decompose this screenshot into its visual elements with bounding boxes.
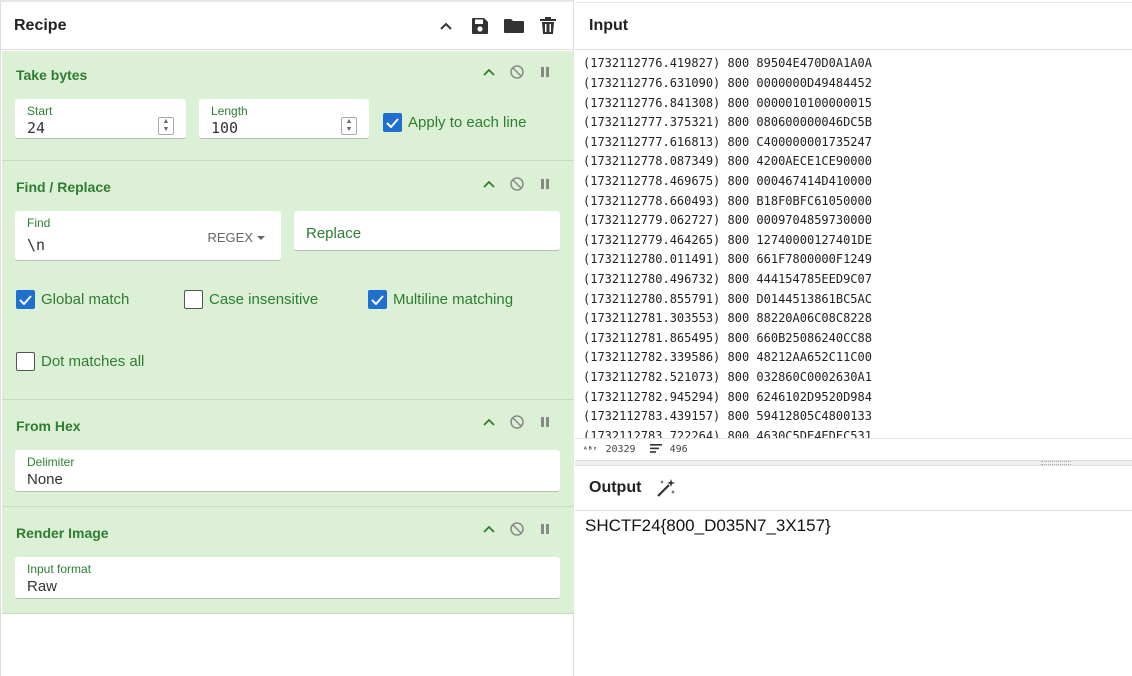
chevron-up-icon[interactable] xyxy=(482,177,496,191)
input-line: (1732112782.339586) 800 48212AA652C11C00 xyxy=(583,350,872,364)
pause-icon[interactable] xyxy=(538,522,552,536)
op-title: Take bytes xyxy=(16,67,88,83)
case-insensitive-checkbox[interactable]: Case insensitive xyxy=(184,290,318,309)
input-textarea[interactable]: (1732112776.419827) 800 89504E470D0A1A0A… xyxy=(575,50,1132,438)
checkbox-label: Multiline matching xyxy=(393,291,514,308)
disable-icon[interactable] xyxy=(510,415,524,429)
find-field[interactable]: Find \n REGEX xyxy=(15,211,281,261)
number-spinner[interactable]: ▲ ▼ xyxy=(158,117,174,135)
field-label: Start xyxy=(27,104,53,118)
replace-placeholder: Replace xyxy=(306,225,362,242)
input-line: (1732112783.722264) 800 4630C5DE4EDEC531 xyxy=(583,429,872,438)
number-spinner[interactable]: ▲ ▼ xyxy=(341,117,357,135)
recipe-title: Recipe xyxy=(14,16,67,34)
op-find-replace: Find / Replace Find \n REGEX Replace Glo… xyxy=(2,161,574,400)
char-count: 20329 xyxy=(605,444,636,455)
regex-dropdown[interactable]: REGEX xyxy=(207,230,265,245)
input-line: (1732112778.469675) 800 000467414D410000 xyxy=(583,174,872,188)
input-line: (1732112778.660493) 800 B18F0BFC61050000 xyxy=(583,194,872,208)
chevron-up-icon[interactable] xyxy=(482,522,496,536)
checkbox-label: Global match xyxy=(41,291,130,308)
recipe-header: Recipe xyxy=(1,0,573,50)
output-text[interactable]: SHCTF24{800_D035N7_3X157} xyxy=(585,516,831,536)
disable-icon[interactable] xyxy=(510,65,524,79)
checkbox-checked-icon xyxy=(383,113,402,132)
delimiter-field[interactable]: Delimiter None xyxy=(15,450,560,492)
input-line: (1732112782.521073) 800 032860C0002630A1 xyxy=(583,370,872,384)
char-count-icon: ᴬᴮᶜ xyxy=(583,445,598,454)
input-line: (1732112783.439157) 800 59412805C4800133 xyxy=(583,409,872,423)
chevron-up-icon[interactable] xyxy=(435,15,457,37)
input-statusbar: ᴬᴮᶜ 20329 496 xyxy=(575,438,1132,460)
chevron-up-icon[interactable] xyxy=(482,65,496,79)
magic-wand-icon[interactable] xyxy=(655,477,677,499)
pause-icon[interactable] xyxy=(538,415,552,429)
input-header: Input xyxy=(575,2,1132,50)
input-title: Input xyxy=(589,17,629,34)
trash-icon[interactable] xyxy=(537,15,559,37)
field-label: Length xyxy=(211,104,248,118)
start-value: 24 xyxy=(27,119,46,137)
input-line: (1732112782.945294) 800 6246102D9520D984 xyxy=(583,390,872,404)
dot-matches-all-checkbox[interactable]: Dot matches all xyxy=(16,352,144,371)
regex-label: REGEX xyxy=(207,230,253,245)
checkbox-label: Apply to each line xyxy=(408,114,527,131)
output-header: Output xyxy=(575,466,1132,511)
checkbox-checked-icon xyxy=(368,290,387,309)
op-title: From Hex xyxy=(16,418,81,434)
multiline-checkbox[interactable]: Multiline matching xyxy=(368,290,513,309)
input-line: (1732112779.464265) 800 12740000127401DE xyxy=(583,233,872,247)
input-line: (1732112778.087349) 800 4200AECE1CE90000 xyxy=(583,154,872,168)
recipe-panel: Recipe Take bytes Start 24 ▲ ▼ Length 10… xyxy=(0,0,574,676)
input-line: (1732112780.496732) 800 444154785EED9C07 xyxy=(583,272,872,286)
input-line: (1732112780.011491) 800 661F7800000F1249 xyxy=(583,252,872,266)
delimiter-value: None xyxy=(27,471,63,488)
folder-icon[interactable] xyxy=(503,15,525,37)
op-from-hex: From Hex Delimiter None xyxy=(2,400,574,507)
op-title: Find / Replace xyxy=(16,179,111,195)
resize-grip-icon xyxy=(1041,461,1071,465)
output-title: Output xyxy=(589,479,642,496)
input-line: (1732112777.616813) 800 C400000001735247 xyxy=(583,135,872,149)
replace-field[interactable]: Replace xyxy=(294,211,560,251)
field-label: Input format xyxy=(27,562,92,576)
input-format-field[interactable]: Input format Raw xyxy=(15,557,560,599)
line-count-icon xyxy=(649,444,662,455)
apply-each-line-checkbox[interactable]: Apply to each line xyxy=(383,113,526,132)
disable-icon[interactable] xyxy=(510,177,524,191)
save-icon[interactable] xyxy=(469,15,491,37)
io-panel: Input (1732112776.419827) 800 89504E470D… xyxy=(575,0,1132,676)
disable-icon[interactable] xyxy=(510,522,524,536)
input-line: (1732112781.865495) 800 660B25086240CC88 xyxy=(583,331,872,345)
checkbox-label: Dot matches all xyxy=(41,353,145,370)
caret-down-icon xyxy=(257,235,265,240)
input-format-value: Raw xyxy=(27,578,58,595)
find-value: \n xyxy=(27,236,46,254)
checkbox-label: Case insensitive xyxy=(209,291,319,308)
checkbox-unchecked-icon xyxy=(184,290,203,309)
chevron-up-icon[interactable] xyxy=(482,415,496,429)
op-title: Render Image xyxy=(16,525,109,541)
input-line: (1732112776.419827) 800 89504E470D0A1A0A xyxy=(583,56,872,70)
field-label: Delimiter xyxy=(27,455,75,469)
input-line: (1732112780.855791) 800 D0144513861BC5AC xyxy=(583,292,872,306)
op-render-image: Render Image Input format Raw xyxy=(2,507,574,614)
line-count: 496 xyxy=(669,444,688,455)
length-value: 100 xyxy=(211,119,239,137)
input-line: (1732112781.303553) 800 88220A06C08C8228 xyxy=(583,311,872,325)
field-label: Find xyxy=(27,216,51,230)
start-field[interactable]: Start 24 ▲ ▼ xyxy=(15,99,186,139)
global-match-checkbox[interactable]: Global match xyxy=(16,290,129,309)
cyberchef-app: Recipe Take bytes Start 24 ▲ ▼ Length 10… xyxy=(0,0,1132,676)
length-field[interactable]: Length 100 ▲ ▼ xyxy=(199,99,369,139)
pause-icon[interactable] xyxy=(538,177,552,191)
input-line: (1732112776.841308) 800 0000010100000015 xyxy=(583,96,872,110)
input-line: (1732112777.375321) 800 080600000046DC5B xyxy=(583,115,872,129)
checkbox-unchecked-icon xyxy=(16,352,35,371)
checkbox-checked-icon xyxy=(16,290,35,309)
op-take-bytes: Take bytes Start 24 ▲ ▼ Length 100 ▲ ▼ App… xyxy=(2,51,574,161)
input-line: (1732112776.631090) 800 0000000D49484452 xyxy=(583,76,872,90)
pause-icon[interactable] xyxy=(538,65,552,79)
input-line: (1732112779.062727) 800 0009704859730000 xyxy=(583,213,872,227)
